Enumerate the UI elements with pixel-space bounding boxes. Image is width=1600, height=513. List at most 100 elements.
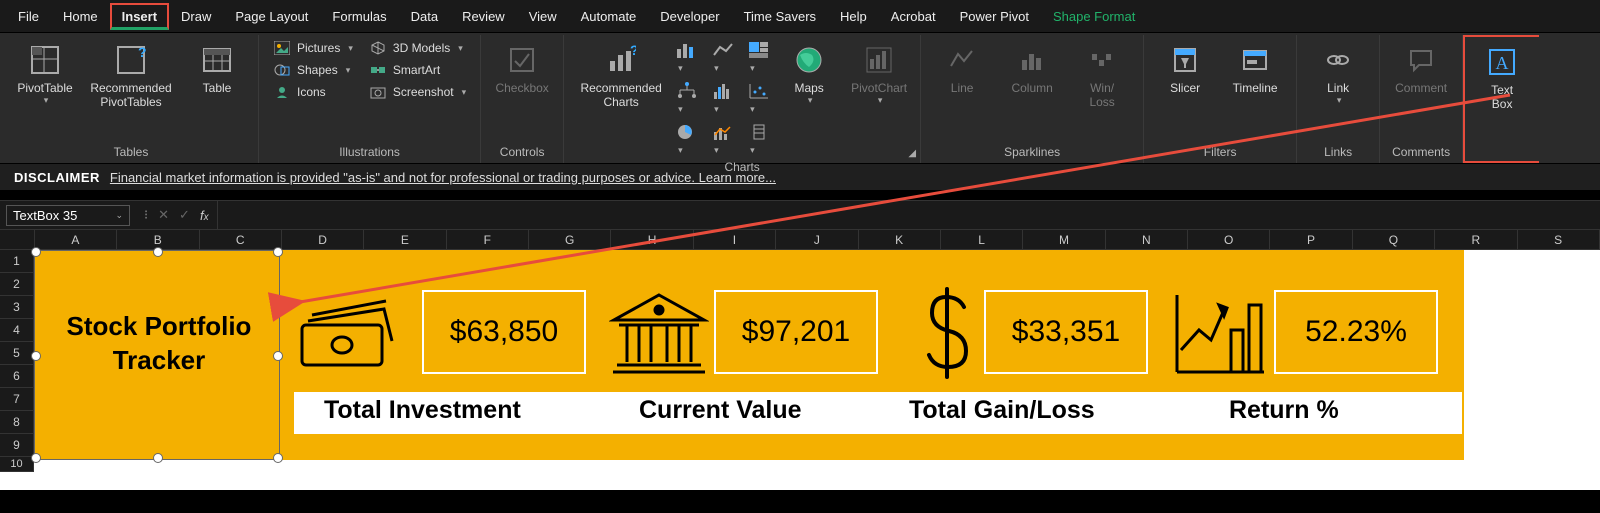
col-header[interactable]: E xyxy=(364,230,446,250)
pivottable-button[interactable]: PivotTable ▾ xyxy=(10,37,80,110)
tab-data[interactable]: Data xyxy=(399,3,450,30)
resize-handle[interactable] xyxy=(153,453,163,463)
col-header[interactable]: F xyxy=(447,230,529,250)
column-chart-button[interactable]: ▾ xyxy=(676,41,698,74)
col-header[interactable]: Q xyxy=(1353,230,1435,250)
tab-home[interactable]: Home xyxy=(51,3,110,30)
pivotchart-icon xyxy=(864,41,894,79)
row-header[interactable]: 5 xyxy=(0,342,34,365)
slicer-button[interactable]: Slicer xyxy=(1150,37,1220,99)
pivotchart-button[interactable]: PivotChart ▾ xyxy=(844,37,914,110)
tab-page-layout[interactable]: Page Layout xyxy=(223,3,320,30)
tab-insert[interactable]: Insert xyxy=(110,3,169,30)
fx-icon[interactable]: fx xyxy=(200,208,209,223)
table-button[interactable]: Table xyxy=(182,37,252,99)
row-header[interactable]: 4 xyxy=(0,319,34,342)
col-header[interactable]: J xyxy=(776,230,858,250)
resize-handle[interactable] xyxy=(273,453,283,463)
name-box[interactable]: TextBox 35 ⌄ xyxy=(6,205,130,226)
chevron-down-icon: ▾ xyxy=(458,43,463,54)
select-all-corner[interactable] xyxy=(0,230,35,250)
treemap-chart-button[interactable]: ▾ xyxy=(748,41,770,74)
checkbox-button[interactable]: Checkbox xyxy=(487,37,557,99)
tab-time-savers[interactable]: Time Savers xyxy=(732,3,828,30)
formula-bar[interactable] xyxy=(217,201,1600,229)
col-header[interactable]: P xyxy=(1270,230,1352,250)
hierarchy-chart-button[interactable]: ▾ xyxy=(676,82,698,115)
sparkline-winloss-button[interactable]: Win/ Loss xyxy=(1067,37,1137,114)
icons-button[interactable]: Icons xyxy=(269,83,357,101)
grid-area[interactable]: Stock Portfolio Tracker $63,850 $97,201 … xyxy=(34,250,1600,490)
tab-help[interactable]: Help xyxy=(828,3,879,30)
resize-handle[interactable] xyxy=(273,247,283,257)
3d-models-label: 3D Models xyxy=(393,41,450,55)
enter-icon[interactable]: ✓ xyxy=(179,207,190,223)
sparkline-column-button[interactable]: Column xyxy=(997,37,1067,99)
resize-handle[interactable] xyxy=(273,351,283,361)
pictures-button[interactable]: Pictures▾ xyxy=(269,39,357,57)
row-header[interactable]: 2 xyxy=(0,273,34,296)
row-header[interactable]: 1 xyxy=(0,250,34,273)
chart-icon xyxy=(1159,290,1279,380)
maps-button[interactable]: Maps ▾ xyxy=(774,37,844,110)
tab-automate[interactable]: Automate xyxy=(569,3,649,30)
resize-handle[interactable] xyxy=(153,247,163,257)
col-header[interactable]: S xyxy=(1518,230,1600,250)
col-header[interactable]: O xyxy=(1188,230,1270,250)
smartart-button[interactable]: SmartArt xyxy=(365,61,470,79)
tab-developer[interactable]: Developer xyxy=(648,3,731,30)
tab-review[interactable]: Review xyxy=(450,3,517,30)
recommended-pivottables-button[interactable]: ? Recommended PivotTables xyxy=(80,37,182,114)
row-header[interactable]: 8 xyxy=(0,411,34,434)
tab-acrobat[interactable]: Acrobat xyxy=(879,3,948,30)
sparkline-line-button[interactable]: Line xyxy=(927,37,997,99)
tab-view[interactable]: View xyxy=(517,3,569,30)
comment-button[interactable]: Comment xyxy=(1386,37,1456,99)
name-box-value: TextBox 35 xyxy=(13,208,77,223)
row-header[interactable]: 7 xyxy=(0,388,34,411)
resize-handle[interactable] xyxy=(31,351,41,361)
shapes-button[interactable]: Shapes▾ xyxy=(269,61,357,79)
col-header[interactable]: D xyxy=(282,230,364,250)
timeline-label: Timeline xyxy=(1233,81,1278,95)
tab-formulas[interactable]: Formulas xyxy=(320,3,398,30)
col-header[interactable]: K xyxy=(859,230,941,250)
col-header[interactable]: N xyxy=(1106,230,1188,250)
link-button[interactable]: Link▾ xyxy=(1303,37,1373,110)
text-box-button[interactable]: AText Box xyxy=(1467,39,1537,116)
tab-shape-format[interactable]: Shape Format xyxy=(1041,3,1147,30)
resize-handle[interactable] xyxy=(31,247,41,257)
tab-power-pivot[interactable]: Power Pivot xyxy=(948,3,1041,30)
row-header[interactable]: 3 xyxy=(0,296,34,319)
col-header[interactable]: L xyxy=(941,230,1023,250)
col-header[interactable]: A xyxy=(35,230,117,250)
col-header[interactable]: I xyxy=(694,230,776,250)
col-header[interactable]: R xyxy=(1435,230,1517,250)
pie-chart-button[interactable]: ▾ xyxy=(676,123,698,156)
statistic-chart-button[interactable]: ▾ xyxy=(712,82,734,115)
metric-value-box: $97,201 xyxy=(714,290,878,374)
col-header[interactable]: M xyxy=(1023,230,1105,250)
recommended-charts-button[interactable]: ? Recommended Charts xyxy=(570,37,672,114)
screenshot-button[interactable]: Screenshot▾ xyxy=(365,83,470,101)
metric-value-box: $33,351 xyxy=(984,290,1148,374)
cancel-icon[interactable]: ✕ xyxy=(158,207,169,223)
charts-launcher-icon[interactable]: ◢ xyxy=(908,148,916,159)
timeline-button[interactable]: Timeline xyxy=(1220,37,1290,99)
row-header[interactable]: 10 xyxy=(0,457,34,472)
col-header[interactable]: H xyxy=(611,230,693,250)
tab-file[interactable]: File xyxy=(6,3,51,30)
row-header[interactable]: 6 xyxy=(0,365,34,388)
chevron-down-icon[interactable]: ⌄ xyxy=(115,210,123,221)
funnel-chart-button[interactable]: ▾ xyxy=(748,123,770,156)
combo-chart-button[interactable]: ▾ xyxy=(712,123,734,156)
sparkline-line-icon xyxy=(948,41,976,79)
resize-handle[interactable] xyxy=(31,453,41,463)
3d-models-button[interactable]: 3D Models ▾ xyxy=(365,39,470,57)
scatter-chart-button[interactable]: ▾ xyxy=(748,82,770,115)
col-header[interactable]: G xyxy=(529,230,611,250)
tab-draw[interactable]: Draw xyxy=(169,3,223,30)
row-header[interactable]: 9 xyxy=(0,434,34,457)
line-chart-button[interactable]: ▾ xyxy=(712,41,734,74)
col-header[interactable]: C xyxy=(200,230,282,250)
